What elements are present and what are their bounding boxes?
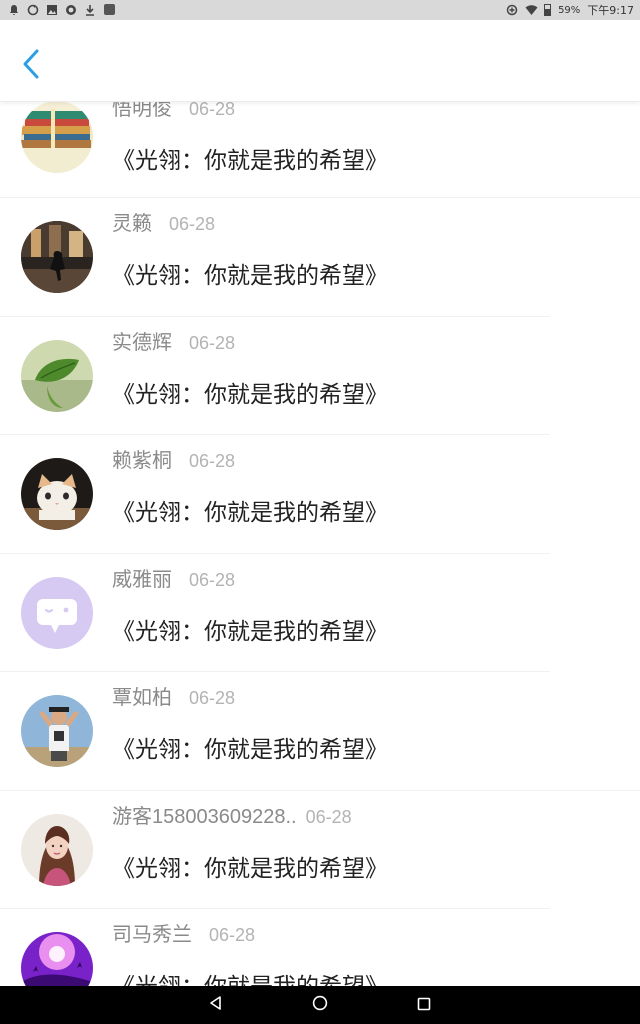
battery-icon: [544, 4, 552, 16]
book-title[interactable]: 《光翎：你就是我的希望》: [112, 967, 388, 986]
notebooks-photo: [21, 101, 93, 173]
recents-square-icon: [417, 996, 431, 1015]
list-item[interactable]: 威雅丽 06-28 《光翎：你就是我的希望》: [0, 554, 640, 672]
boy-sky-photo: [21, 695, 93, 767]
comment-date: 06-28: [189, 99, 236, 119]
status-left-icons: [8, 4, 115, 16]
top-app-bar: [0, 20, 640, 102]
kitten-photo: [21, 458, 93, 530]
commenter-name[interactable]: 游客158003609228..: [112, 800, 297, 829]
girl-portrait-photo: [21, 813, 93, 886]
comment-date: 06-28: [169, 214, 216, 234]
nav-home-button[interactable]: [309, 994, 331, 1016]
chevron-left-icon: [21, 48, 41, 84]
nav-back-button[interactable]: [205, 994, 227, 1016]
system-nav-bar: [0, 986, 640, 1024]
comment-date: 06-28: [209, 925, 256, 945]
list-item[interactable]: 游客158003609228.. 06-28 《光翎：你就是我的希望》: [0, 791, 640, 909]
list-item[interactable]: 灵籁 06-28 《光翎：你就是我的希望》: [0, 198, 640, 317]
avatar[interactable]: [21, 101, 93, 173]
commenter-name[interactable]: 司马秀兰: [112, 918, 192, 947]
book-title[interactable]: 《光翎：你就是我的希望》: [112, 141, 388, 175]
status-time: 下午9:17: [587, 4, 634, 17]
chat-bubble-default-avatar: [21, 576, 93, 649]
avatar[interactable]: [21, 576, 93, 649]
comment-date: 06-28: [189, 688, 236, 708]
comment-date: 06-28: [305, 806, 352, 827]
item-name-line: 赖紫桐 06-28: [112, 444, 235, 473]
item-name-line: 覃如柏 06-28: [112, 681, 235, 710]
avatar[interactable]: [21, 458, 93, 530]
back-button[interactable]: [16, 48, 46, 84]
comment-date: 06-28: [189, 451, 236, 471]
night-city-figure-photo: [21, 221, 93, 293]
status-right-icons: 59% 下午9:17: [506, 2, 634, 18]
home-circle-icon: [312, 995, 328, 1015]
list-item[interactable]: 赖紫桐 06-28 《光翎：你就是我的希望》: [0, 435, 640, 554]
avatar[interactable]: [21, 932, 93, 986]
item-name-line: 司马秀兰 06-28: [112, 918, 255, 947]
avatar[interactable]: [21, 695, 93, 767]
book-title[interactable]: 《光翎：你就是我的希望》: [112, 849, 388, 883]
data-saver-icon: [506, 4, 518, 16]
list-item[interactable]: 覃如柏 06-28 《光翎：你就是我的希望》: [0, 672, 640, 791]
commenter-name[interactable]: 覃如柏: [112, 681, 172, 710]
commenter-name[interactable]: 赖紫桐: [112, 444, 172, 473]
sync-icon: [27, 4, 39, 16]
nav-recents-button[interactable]: [413, 994, 435, 1016]
item-name-line: 威雅丽 06-28: [112, 563, 235, 592]
book-title[interactable]: 《光翎：你就是我的希望》: [112, 256, 388, 290]
image-icon: [46, 4, 58, 16]
green-leaf-photo: [21, 339, 93, 412]
notification-icon: [8, 4, 20, 16]
commenter-name[interactable]: 实德辉: [112, 326, 172, 355]
wifi-icon: [525, 4, 538, 16]
comment-date: 06-28: [189, 569, 236, 590]
avatar[interactable]: [21, 221, 93, 293]
book-title[interactable]: 《光翎：你就是我的希望》: [112, 493, 388, 527]
item-name-line: 实德辉 06-28: [112, 326, 235, 355]
search-app-icon: [65, 4, 77, 16]
list-item[interactable]: 实德辉 06-28 《光翎：你就是我的希望》: [0, 317, 640, 435]
download-icon: [84, 4, 96, 16]
book-title[interactable]: 《光翎：你就是我的希望》: [112, 375, 388, 409]
list-item[interactable]: 司马秀兰 06-28 《光翎：你就是我的希望》: [0, 909, 640, 986]
purple-fantasy-photo: [21, 932, 93, 986]
book-title[interactable]: 《光翎：你就是我的希望》: [112, 612, 388, 646]
avatar[interactable]: [21, 813, 93, 886]
comment-date: 06-28: [189, 332, 236, 353]
back-triangle-icon: [208, 995, 224, 1015]
battery-percent: 59%: [558, 4, 581, 16]
app-square-icon: [103, 4, 115, 16]
commenter-name[interactable]: 威雅丽: [112, 563, 172, 592]
status-bar: 59% 下午9:17: [0, 0, 640, 20]
book-title[interactable]: 《光翎：你就是我的希望》: [112, 730, 388, 764]
item-name-line: 游客158003609228.. 06-28: [112, 800, 352, 829]
commenter-name[interactable]: 灵籁: [112, 207, 152, 236]
avatar[interactable]: [21, 339, 93, 412]
item-name-line: 灵籁 06-28: [112, 207, 215, 236]
comment-list[interactable]: 悟明俊 06-28 《光翎：你就是我的希望》 灵籁 06-28 《光翎：你就是我…: [0, 84, 640, 986]
